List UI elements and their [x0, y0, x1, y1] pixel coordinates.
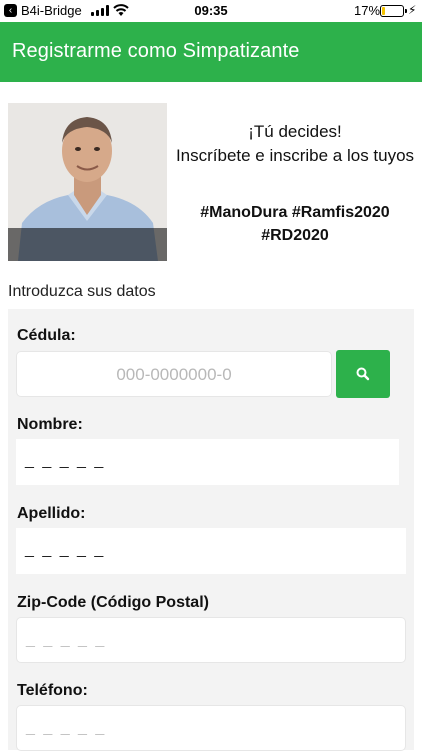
app-bar: Registrarme como Simpatizante: [0, 22, 422, 82]
photo-overlay: [8, 228, 167, 261]
cedula-label: Cédula:: [17, 327, 76, 344]
apellido-value: _ _ _ _ _: [25, 541, 106, 558]
search-icon: [356, 367, 370, 381]
hashtags-line-1: #ManoDura #Ramfis2020: [200, 204, 390, 221]
battery-percent: 17%: [354, 3, 381, 18]
cedula-placeholder: 000-0000000-0: [116, 365, 232, 384]
promo-headline: ¡Tú decides!: [248, 122, 342, 141]
status-bar: ‹ B4i-Bridge 09:35 17% ⚡: [0, 0, 422, 22]
page-title: Registrarme como Simpatizante: [12, 40, 300, 62]
search-button[interactable]: [336, 350, 390, 398]
nombre-input[interactable]: _ _ _ _ _: [16, 439, 399, 485]
zip-code-input[interactable]: _ _ _ _ _: [16, 617, 406, 663]
telefono-label: Teléfono:: [17, 682, 88, 699]
telefono-placeholder: _ _ _ _ _: [26, 719, 107, 736]
form-intro: Introduzca sus datos: [8, 283, 156, 300]
promo-text: ¡Tú decides! Inscríbete e inscribe a los…: [170, 120, 420, 168]
zip-code-label: Zip-Code (Código Postal): [17, 594, 209, 611]
hashtags: #ManoDura #Ramfis2020 #RD2020: [170, 201, 420, 247]
telefono-input[interactable]: _ _ _ _ _: [16, 705, 406, 751]
battery-icon: [380, 5, 407, 17]
nombre-value: _ _ _ _ _: [25, 452, 106, 469]
nombre-label: Nombre:: [17, 416, 83, 433]
hashtags-line-2: #RD2020: [261, 227, 329, 244]
promo-subline: Inscríbete e inscribe a los tuyos: [175, 146, 415, 165]
candidate-photo: [8, 103, 167, 261]
cedula-input[interactable]: 000-0000000-0: [16, 351, 332, 397]
apellido-input[interactable]: _ _ _ _ _: [16, 528, 406, 574]
battery-level: [382, 7, 385, 15]
apellido-label: Apellido:: [17, 505, 86, 522]
zip-code-placeholder: _ _ _ _ _: [26, 631, 107, 648]
charging-icon: ⚡: [408, 3, 417, 17]
